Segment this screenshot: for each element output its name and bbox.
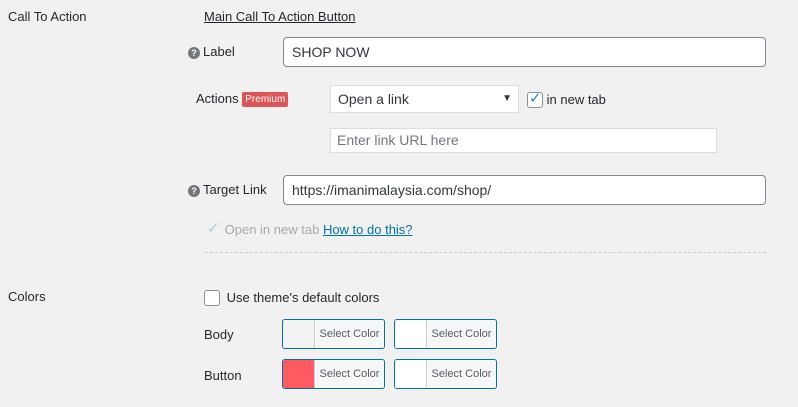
label-field-label: ? Label <box>188 44 235 59</box>
open-new-tab-label: Open in new tab <box>224 222 320 238</box>
cta-sub-heading: Main Call To Action Button <box>204 9 356 24</box>
color-swatch <box>395 360 427 388</box>
actions-label-wrap: Actions Premium <box>196 91 289 108</box>
use-default-colors-checkbox[interactable] <box>204 289 220 306</box>
color-swatch <box>283 320 315 348</box>
button-colors-label: Button <box>204 368 242 383</box>
help-icon[interactable]: ? <box>188 184 200 197</box>
body-color-picker-2[interactable]: Select Color <box>394 319 497 349</box>
premium-badge: Premium <box>242 92 289 108</box>
body-colors-label: Body <box>204 327 234 342</box>
label-text: Label <box>203 44 235 59</box>
target-link-input[interactable]: https://imanimalaysia.com/shop/ <box>283 175 766 205</box>
label-input[interactable]: SHOP NOW <box>283 37 766 67</box>
open-new-tab-checkbox: ✓ <box>205 219 221 238</box>
link-url-input[interactable]: Enter link URL here <box>330 128 717 153</box>
actions-label: Actions <box>196 91 239 106</box>
select-color-label: Select Color <box>315 360 384 388</box>
help-icon[interactable]: ? <box>188 46 200 59</box>
body-color-picker-1[interactable]: Select Color <box>282 319 385 349</box>
button-color-picker-1[interactable]: Select Color <box>282 359 385 389</box>
actions-new-tab-checkbox[interactable]: ✓ <box>527 89 543 108</box>
target-link-label: Target Link <box>203 182 267 197</box>
button-color-picker-2[interactable]: Select Color <box>394 359 497 389</box>
select-color-label: Select Color <box>315 320 384 348</box>
check-icon: ✓ <box>207 219 220 237</box>
colors-section-label: Colors <box>8 289 46 304</box>
check-icon: ✓ <box>529 89 542 107</box>
target-link-label-wrap: ? Target Link <box>188 182 267 197</box>
select-color-label: Select Color <box>427 360 496 388</box>
actions-new-tab[interactable]: ✓ in new tab <box>527 89 606 108</box>
chevron-down-icon: ▼ <box>502 93 512 104</box>
actions-new-tab-label: in new tab <box>546 92 606 108</box>
section-divider <box>205 252 766 253</box>
actions-select[interactable]: Open a link ▼ <box>330 85 519 113</box>
color-swatch <box>395 320 427 348</box>
use-default-colors-label: Use theme's default colors <box>226 290 380 306</box>
actions-select-value: Open a link <box>338 91 409 107</box>
color-swatch <box>283 360 315 388</box>
use-default-colors[interactable]: Use theme's default colors <box>204 289 379 306</box>
select-color-label: Select Color <box>427 320 496 348</box>
how-to-link[interactable]: How to do this? <box>323 222 413 237</box>
cta-section-label: Call To Action <box>8 9 87 24</box>
open-new-tab-row: ✓ Open in new tab How to do this? <box>205 219 413 238</box>
